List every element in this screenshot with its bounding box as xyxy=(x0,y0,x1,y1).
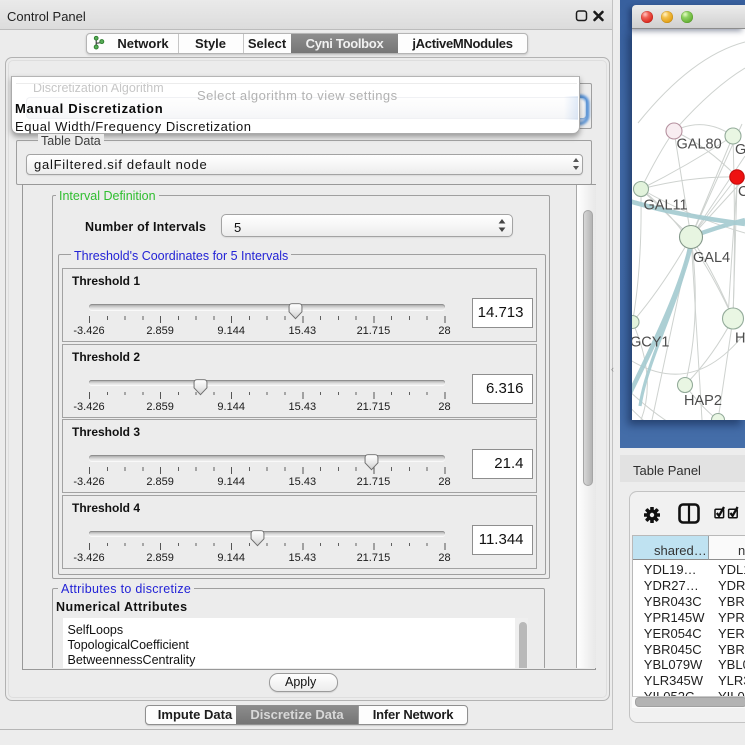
svg-text:GA: GA xyxy=(735,142,745,158)
svg-text:HAP2: HAP2 xyxy=(684,393,722,409)
svg-text:GAL80: GAL80 xyxy=(677,137,722,153)
svg-text:C: C xyxy=(738,184,745,200)
svg-text:GAL11: GAL11 xyxy=(644,198,688,214)
svg-text:GCY1: GCY1 xyxy=(632,335,670,351)
svg-text:H: H xyxy=(735,331,745,347)
svg-text:GAL4: GAL4 xyxy=(693,250,730,266)
